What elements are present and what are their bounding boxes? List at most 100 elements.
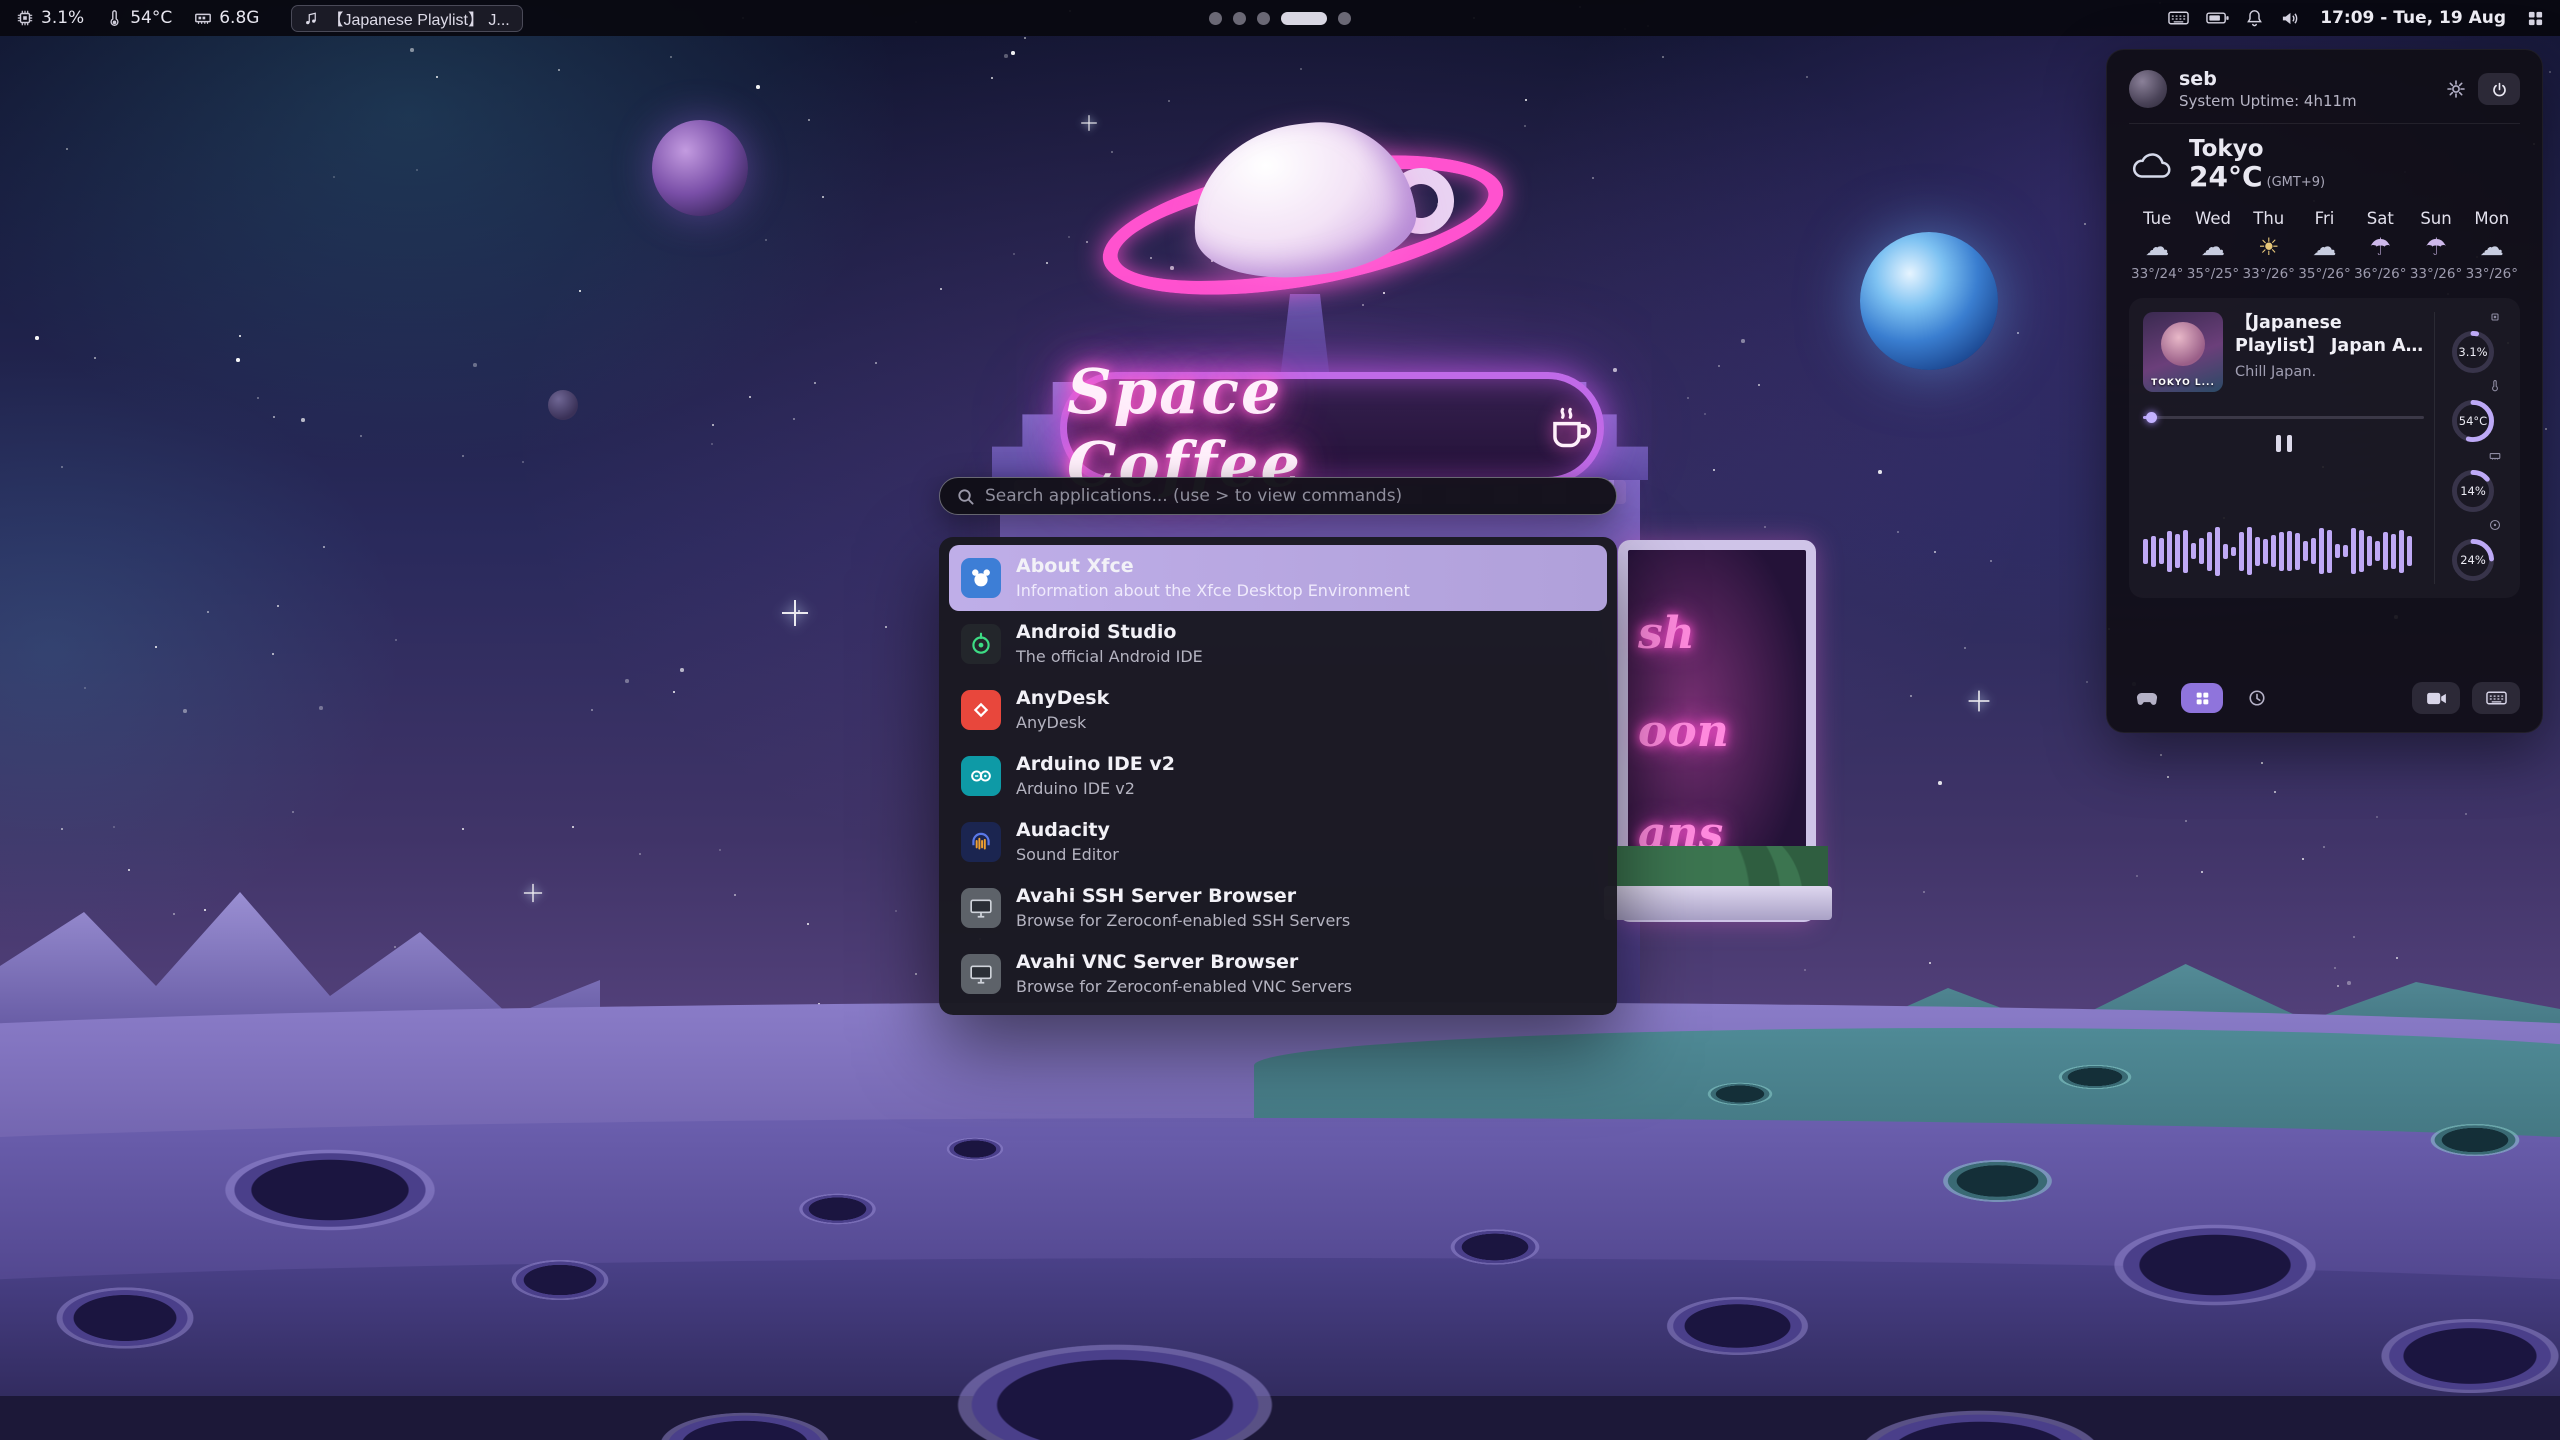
waveform-bar — [2335, 544, 2340, 558]
star — [2334, 967, 2336, 969]
star — [1741, 339, 1745, 343]
forecast-day: Fri☁35°/26° — [2298, 209, 2350, 282]
clock[interactable]: 17:09 - Tue, 19 Aug — [2320, 8, 2506, 28]
now-playing-label: 【Japanese Playlist】 J... — [327, 6, 509, 30]
star — [558, 69, 560, 71]
app-description: Browse for Zeroconf-enabled VNC Servers — [1016, 977, 1352, 997]
audio-waveform — [2143, 518, 2424, 584]
star — [473, 363, 477, 367]
app-row-avahi-ssh[interactable]: Avahi SSH Server Browser Browse for Zero… — [949, 875, 1607, 941]
workspace-dot-2[interactable] — [1233, 12, 1246, 25]
star — [1086, 241, 1088, 243]
forecast-day: Wed☁35°/25° — [2187, 209, 2239, 282]
waveform-bar — [2351, 528, 2356, 574]
workspace-dot-5[interactable] — [1338, 12, 1351, 25]
star — [1687, 397, 1689, 399]
window-neon-text: sh — [1638, 608, 1695, 659]
cpu-value: 3.1% — [41, 8, 84, 28]
star — [719, 849, 721, 851]
seek-bar[interactable] — [2143, 412, 2424, 423]
waveform-bar — [2327, 530, 2332, 573]
dashboard-footer — [2129, 682, 2520, 714]
star — [2337, 985, 2339, 987]
star — [272, 653, 274, 655]
workspace-dot-4-active[interactable] — [1281, 12, 1327, 25]
waveform-bar — [2247, 527, 2252, 575]
forecast-day: Tue☁33°/24° — [2131, 209, 2183, 282]
star — [183, 709, 187, 713]
waveform-bar — [2367, 536, 2372, 566]
star — [462, 828, 464, 830]
waveform-bar — [2231, 547, 2236, 556]
star — [2353, 936, 2355, 938]
games-button[interactable] — [2129, 683, 2165, 713]
pause-button[interactable] — [2276, 435, 2292, 452]
memory-gauge: 14% — [2447, 451, 2499, 515]
weather-city: Tokyo — [2189, 137, 2325, 162]
cpu-icon — [16, 9, 34, 27]
now-playing-pill[interactable]: 【Japanese Playlist】 J... — [291, 5, 522, 32]
app-row-anydesk[interactable]: AnyDesk AnyDesk — [949, 677, 1607, 743]
weather-icon: ☁ — [2145, 235, 2169, 259]
power-button[interactable] — [2478, 73, 2520, 105]
forecast-day: Sun☂33°/26° — [2410, 209, 2462, 282]
star — [1923, 891, 1925, 893]
audacity-headphones-icon — [961, 822, 1001, 862]
star — [2261, 762, 2263, 764]
weather-temperature: 24°C — [2189, 160, 2263, 193]
waveform-bar — [2223, 544, 2228, 559]
waveform-bar — [2207, 532, 2212, 571]
star — [875, 362, 877, 364]
star — [1300, 68, 1302, 70]
star — [2465, 813, 2467, 815]
screen-record-button[interactable] — [2412, 682, 2460, 714]
app-row-avahi-vnc[interactable]: Avahi VNC Server Browser Browse for Zero… — [949, 941, 1607, 1007]
app-row-about-xfce[interactable]: About Xfce Information about the Xfce De… — [949, 545, 1607, 611]
star — [94, 357, 96, 359]
star — [822, 196, 824, 198]
android-studio-icon — [961, 624, 1001, 664]
app-row-android-studio[interactable]: Android Studio The official Android IDE — [949, 611, 1607, 677]
star — [915, 973, 917, 975]
workspace-dot-1[interactable] — [1209, 12, 1222, 25]
volume-icon[interactable] — [2280, 10, 2299, 27]
star — [2160, 754, 2162, 756]
star — [814, 382, 816, 384]
virtual-keyboard-button[interactable] — [2472, 682, 2520, 714]
waveform-bar — [2271, 535, 2276, 567]
waveform-bar — [2239, 532, 2244, 571]
star — [319, 706, 323, 710]
keyboard-icon[interactable] — [2168, 10, 2189, 26]
star — [2167, 776, 2169, 778]
star — [1525, 99, 1527, 101]
desktop: sh oon ans Space Coffee — [0, 0, 2560, 1440]
app-grid-icon[interactable] — [2527, 10, 2544, 27]
app-name: Avahi SSH Server Browser — [1016, 885, 1350, 909]
search-input[interactable] — [985, 486, 1600, 506]
waveform-bar — [2303, 541, 2308, 561]
star — [1897, 531, 1899, 533]
music-note-icon — [304, 11, 319, 26]
star — [2376, 816, 2378, 818]
seek-handle[interactable] — [2146, 412, 2157, 423]
star — [61, 466, 63, 468]
workspace-indicator — [1209, 0, 1351, 36]
star — [680, 668, 684, 672]
app-row-audacity[interactable]: Audacity Sound Editor — [949, 809, 1607, 875]
sparkle-star — [782, 600, 808, 626]
bell-icon[interactable] — [2246, 9, 2263, 27]
memory-icon — [2489, 450, 2501, 462]
star — [2084, 223, 2086, 225]
app-row-arduino-ide[interactable]: Arduino IDE v2 Arduino IDE v2 — [949, 743, 1607, 809]
battery-icon[interactable] — [2206, 11, 2229, 25]
star — [1613, 368, 1617, 372]
cpu-temp: 54°C — [106, 8, 172, 28]
star — [2323, 846, 2325, 848]
star — [2347, 981, 2351, 985]
workspace-dot-3[interactable] — [1257, 12, 1270, 25]
settings-button[interactable] — [2446, 79, 2466, 99]
clock-widget-button[interactable] — [2239, 683, 2275, 713]
apps-button[interactable] — [2181, 683, 2223, 713]
thermometer-icon — [106, 10, 123, 27]
gamepad-icon — [2136, 691, 2158, 706]
